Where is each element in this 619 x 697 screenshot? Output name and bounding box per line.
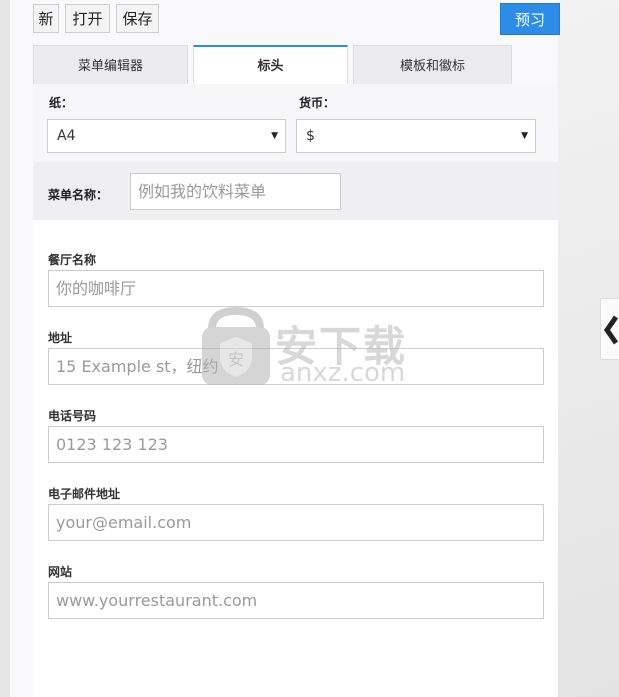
paper-select[interactable]: A4 ▼ [47,119,286,153]
phone-label: 电话号码 [48,409,97,423]
address-label: 地址 [48,331,73,345]
tab-menu-editor[interactable]: 菜单编辑器 [33,45,188,84]
new-button[interactable]: 新 [33,4,59,33]
preview-button[interactable]: 预习 [500,3,560,35]
restaurant-name-input[interactable]: 你的咖啡厅 [48,270,544,307]
watermark-url: anxz.com [280,358,406,388]
website-input[interactable]: www.yourrestaurant.com [48,582,544,619]
currency-select-value: $ [306,128,315,144]
chevron-left-icon [603,315,619,345]
open-button[interactable]: 打开 [65,4,110,33]
phone-input[interactable]: 0123 123 123 [48,426,544,463]
save-button[interactable]: 保存 [116,4,159,33]
background-left [0,0,10,697]
website-label: 网站 [48,565,73,579]
svg-text:安: 安 [228,350,244,369]
tab-template-logo[interactable]: 模板和徽标 [353,45,512,84]
currency-select[interactable]: $ ▼ [296,119,536,153]
email-label: 电子邮件地址 [48,487,121,501]
chevron-down-icon: ▼ [271,131,278,141]
paper-label: 纸： [49,96,74,110]
tab-header[interactable]: 标头 [193,45,348,84]
chevron-down-icon: ▼ [521,131,528,141]
currency-label: 货币： [299,96,336,110]
restaurant-name-label: 餐厅名称 [48,253,97,267]
shield-icon: 安 [202,306,270,385]
email-input[interactable]: your@email.com [48,504,544,541]
collapse-panel-handle[interactable] [600,298,619,360]
menu-name-input[interactable]: 例如我的饮料菜单 [130,173,341,210]
watermark: 安 安下载 anxz.com [200,305,420,390]
paper-select-value: A4 [57,128,76,144]
menu-name-label: 菜单名称： [48,188,109,202]
